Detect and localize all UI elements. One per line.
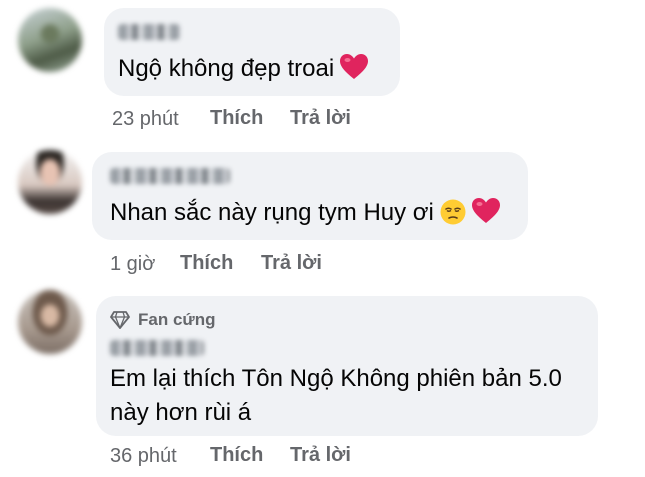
comment-time[interactable]: 1 giờ	[110, 253, 155, 276]
comment-text: Nhan sắc này rụng tym Huy ơi	[110, 196, 500, 230]
red-heart-icon	[340, 54, 369, 79]
comment-time[interactable]: 36 phút	[110, 445, 177, 468]
comment-text-line-2: này hơn rùi á	[110, 399, 252, 426]
avatar[interactable]	[18, 290, 82, 354]
reply-button[interactable]: Trả lời	[290, 444, 351, 467]
avatar[interactable]	[18, 150, 82, 214]
like-button[interactable]: Thích	[210, 444, 263, 467]
comment-bubble: Ngộ không đẹp troai	[104, 8, 400, 96]
like-button[interactable]: Thích	[180, 252, 233, 275]
unamused-face-icon	[440, 199, 466, 225]
fan-badge[interactable]: Fan cứng	[110, 310, 215, 330]
author-name-blurred[interactable]	[110, 168, 230, 184]
like-button[interactable]: Thích	[210, 107, 263, 130]
comment-time[interactable]: 23 phút	[112, 108, 179, 131]
badge-label: Fan cứng	[138, 310, 216, 329]
author-name-blurred[interactable]	[110, 340, 204, 356]
diamond-icon	[110, 311, 130, 329]
reply-button[interactable]: Trả lời	[290, 107, 351, 130]
comment-bubble: Fan cứng Em lại thích Tôn Ngộ Không phiê…	[96, 296, 598, 436]
avatar[interactable]	[18, 8, 82, 72]
comment-text-line-1: Em lại thích Tôn Ngộ Không phiên bản 5.0	[110, 365, 562, 392]
comment-bubble: Nhan sắc này rụng tym Huy ơi	[92, 152, 528, 240]
red-heart-icon	[471, 198, 500, 223]
author-name-blurred[interactable]	[118, 24, 180, 40]
reply-button[interactable]: Trả lời	[261, 252, 322, 275]
comment-text: Ngộ không đẹp troai	[118, 52, 369, 86]
